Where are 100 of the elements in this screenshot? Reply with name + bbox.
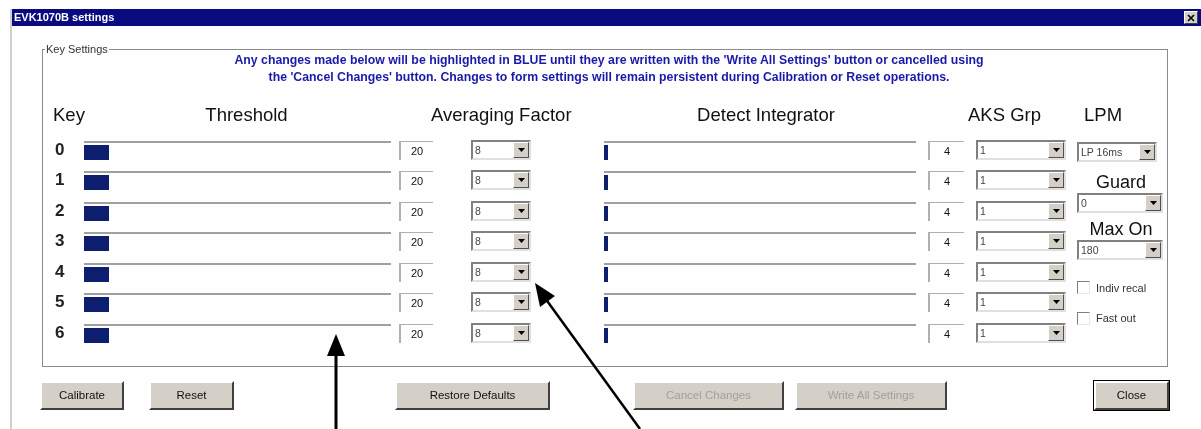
- value-field[interactable]: 20: [399, 171, 433, 190]
- dropdown[interactable]: 1: [976, 322, 1066, 343]
- dropdown-button[interactable]: [1048, 324, 1064, 341]
- dropdown[interactable]: 1: [976, 200, 1066, 221]
- dropdown-button[interactable]: [1139, 143, 1155, 160]
- column-header: AKS Grp: [967, 104, 1041, 127]
- dropdown[interactable]: 8: [471, 292, 531, 312]
- slider-track[interactable]: [604, 293, 916, 314]
- dropdown-button[interactable]: [1048, 202, 1064, 219]
- key-number: 0: [54, 138, 66, 161]
- value-field[interactable]: 20: [399, 293, 433, 312]
- dropdown-button[interactable]: [513, 294, 529, 310]
- dropdown[interactable]: 180: [1077, 239, 1163, 260]
- dialog-button[interactable]: Restore Defaults: [395, 381, 550, 410]
- caret-icon: [1149, 247, 1157, 252]
- column-header: Key: [52, 104, 85, 127]
- caret-icon: [517, 330, 525, 335]
- caret-icon: [1052, 330, 1060, 335]
- column-header: Threshold: [204, 104, 288, 127]
- value-field[interactable]: 20: [399, 140, 433, 160]
- value-field[interactable]: 4: [928, 232, 964, 251]
- caret-icon: [517, 300, 525, 304]
- caret-icon: [1052, 269, 1060, 274]
- value-field[interactable]: 4: [928, 323, 964, 343]
- caret-icon: [1052, 300, 1060, 304]
- dropdown-button[interactable]: [1145, 194, 1161, 211]
- dropdown-button[interactable]: [513, 233, 529, 249]
- slider-track[interactable]: [604, 201, 916, 223]
- key-number: 6: [54, 321, 66, 344]
- value-field[interactable]: 4: [928, 201, 964, 221]
- dropdown[interactable]: LP 16ms: [1077, 141, 1157, 162]
- column-header: LPM: [1083, 104, 1124, 127]
- field-label: Max On: [1088, 218, 1154, 239]
- dropdown-button[interactable]: [1048, 141, 1064, 158]
- value-field[interactable]: 20: [399, 262, 433, 282]
- window-title: EVK1070B settings: [14, 10, 115, 26]
- slider-track[interactable]: [84, 323, 391, 345]
- value-field[interactable]: 4: [928, 140, 964, 160]
- value-field[interactable]: 4: [928, 171, 964, 190]
- slider-track[interactable]: [604, 262, 916, 284]
- key-number: 4: [54, 260, 66, 283]
- slider-track[interactable]: [84, 140, 391, 162]
- dialog-button[interactable]: Close: [1094, 381, 1169, 410]
- checkbox[interactable]: [1077, 281, 1090, 295]
- value-field[interactable]: 20: [399, 232, 433, 251]
- dropdown-button[interactable]: [513, 172, 529, 188]
- dropdown[interactable]: 0: [1077, 192, 1163, 213]
- dialog-button[interactable]: Calibrate: [40, 381, 124, 410]
- key-number: 5: [54, 291, 66, 314]
- notice-text: the 'Cancel Changes' button. Changes to form settings will remain persistent during Calibration or Reset operations.: [268, 70, 950, 84]
- caret-icon: [517, 239, 525, 243]
- dropdown[interactable]: 1: [976, 170, 1066, 190]
- slider-track[interactable]: [84, 232, 391, 253]
- slider-track[interactable]: [604, 140, 916, 162]
- key-number: 3: [54, 230, 66, 253]
- slider-track[interactable]: [84, 262, 391, 284]
- value-field[interactable]: 4: [928, 262, 964, 282]
- caret-icon: [517, 269, 525, 274]
- dropdown-button[interactable]: [513, 202, 529, 219]
- field-label: Guard: [1095, 171, 1147, 192]
- dropdown-button[interactable]: [1048, 263, 1064, 280]
- dropdown[interactable]: 8: [471, 322, 531, 343]
- slider-track[interactable]: [84, 201, 391, 223]
- value-field[interactable]: 20: [399, 201, 433, 221]
- caret-icon: [1149, 200, 1157, 205]
- checkbox-label: Fast out: [1096, 311, 1136, 326]
- dropdown-button[interactable]: [1048, 172, 1064, 188]
- value-field[interactable]: 4: [928, 293, 964, 312]
- caret-icon: [517, 147, 525, 152]
- dropdown-button[interactable]: [513, 324, 529, 341]
- dropdown-button[interactable]: [513, 263, 529, 280]
- caret-icon: [1052, 239, 1060, 243]
- dialog-button[interactable]: Reset: [149, 381, 234, 410]
- dropdown-button[interactable]: [513, 141, 529, 158]
- caret-icon: [517, 208, 525, 213]
- close-icon: [1187, 13, 1195, 22]
- dropdown[interactable]: 1: [976, 292, 1066, 312]
- slider-track[interactable]: [84, 171, 391, 192]
- key-number: 1: [54, 169, 66, 192]
- dropdown[interactable]: 8: [471, 200, 531, 221]
- slider-track[interactable]: [604, 171, 916, 192]
- dropdown[interactable]: 1: [976, 139, 1066, 160]
- slider-track[interactable]: [84, 293, 391, 314]
- notice-text: Any changes made below will be highlighted in BLUE until they are written with the 'Write All Settings' button or cancelled using: [234, 53, 984, 67]
- dropdown[interactable]: 8: [471, 170, 531, 190]
- column-header: Averaging Factor: [430, 104, 572, 127]
- dropdown[interactable]: 8: [471, 261, 531, 282]
- dropdown-button[interactable]: [1048, 294, 1064, 310]
- checkbox[interactable]: [1077, 311, 1090, 325]
- dropdown[interactable]: 1: [976, 261, 1066, 282]
- dropdown[interactable]: 1: [976, 231, 1066, 251]
- dropdown[interactable]: 8: [471, 231, 531, 251]
- dropdown[interactable]: 8: [471, 139, 531, 160]
- dropdown-button[interactable]: [1145, 241, 1161, 258]
- checkbox-label: Indiv recal: [1096, 280, 1147, 296]
- dropdown-button[interactable]: [1048, 233, 1064, 249]
- slider-track[interactable]: [604, 232, 916, 253]
- value-field[interactable]: 20: [399, 323, 433, 343]
- close-button[interactable]: [1184, 11, 1198, 24]
- slider-track[interactable]: [604, 323, 916, 345]
